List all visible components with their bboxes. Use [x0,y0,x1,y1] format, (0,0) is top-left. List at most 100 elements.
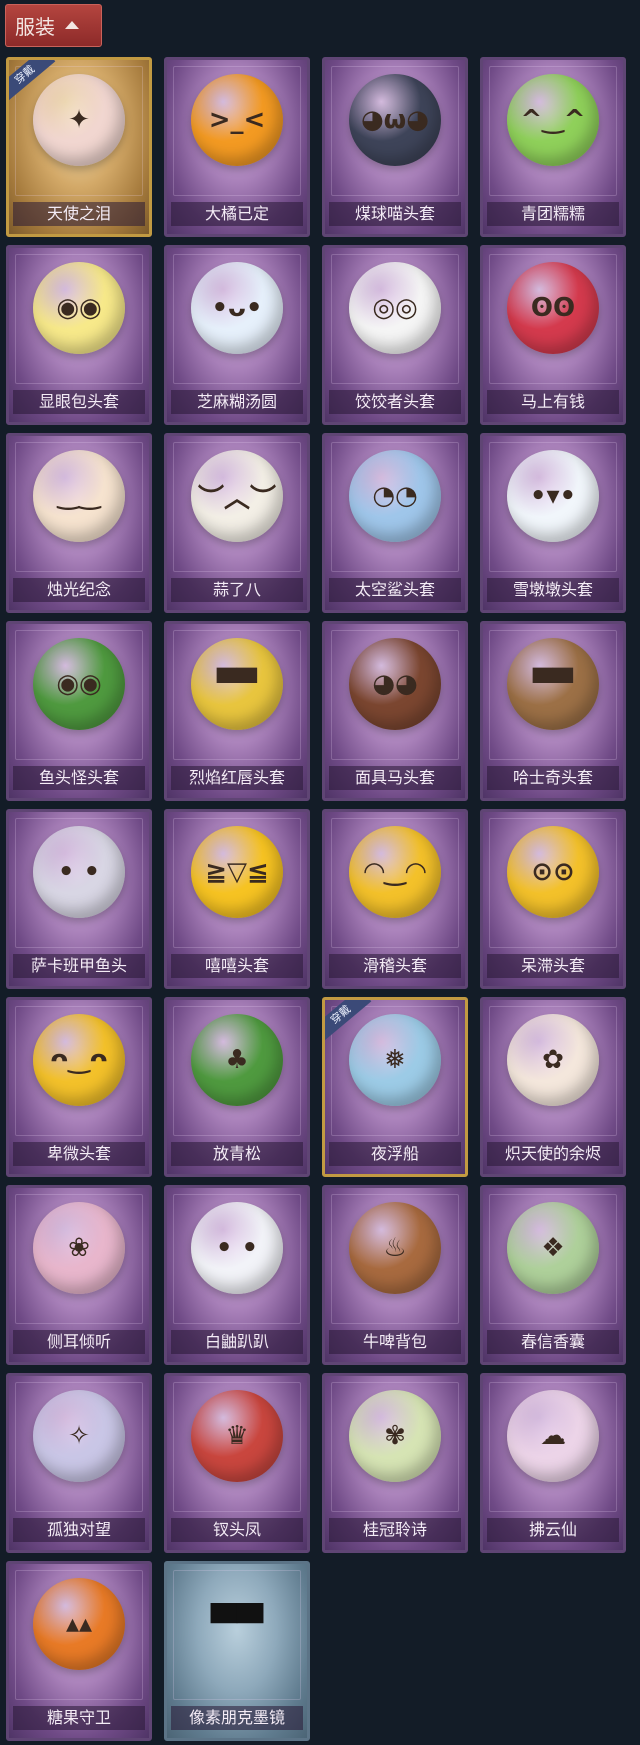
costume-card[interactable]: •▾• 雪墩墩头套 [480,433,626,613]
costume-grid: 穿戴 ✦ 天使之泪 >_< 大橘已定 ◕ω◕ 煤球喵头套 ^‿^ 青团糯糯 ◉◉ 显眼包头套 •ᴗ• 芝… [6,57,626,1741]
garlic-icon: ︶︿︶ [191,450,283,542]
icon-glyph: ‿‿ [57,481,101,511]
flower-wreath-icon: ❀ [33,1202,125,1294]
costume-card[interactable]: ▀▀ 像素朋克墨镜 [164,1561,310,1741]
costume-name: 天使之泪 [13,202,145,226]
costume-name: 煤球喵头套 [329,202,461,226]
candle-icon: ‿‿ [33,450,125,542]
icon-glyph: ◕◕ [372,669,418,699]
blank-emoji-icon: ⊙⊙ [507,826,599,918]
icon-glyph: •ᴗ• [211,293,263,323]
horse-head-icon: ʘʘ [507,262,599,354]
shy-emoji-icon: ᴖ‿ᴖ [33,1014,125,1106]
sachet-icon: ❖ [507,1202,599,1294]
costume-name: 显眼包头套 [13,390,145,414]
costume-card[interactable]: 穿戴 ✦ 天使之泪 [6,57,152,237]
costume-card[interactable]: ‿‿ 烛光纪念 [6,433,152,613]
icon-glyph: ✦ [68,105,90,135]
costume-name: 烛光纪念 [13,578,145,602]
costume-name: 像素朋克墨镜 [171,1706,303,1730]
icon-glyph: ❖ [541,1233,565,1263]
costume-card[interactable]: ♣ 放青松 [164,997,310,1177]
costume-card[interactable]: •ᴗ• 芝麻糊汤圆 [164,245,310,425]
costume-card[interactable]: ◔◔ 太空鲨头套 [322,433,468,613]
costume-card[interactable]: ☁ 拂云仙 [480,1373,626,1553]
costume-name: 雪墩墩头套 [487,578,619,602]
costume-card[interactable]: ≧▽≦ 嘻嘻头套 [164,809,310,989]
rice-ball-icon: •ᴗ• [191,262,283,354]
costume-card[interactable]: ︶︿︶ 蒜了八 [164,433,310,613]
husky-head-icon: ▀▀ [507,638,599,730]
fish-plush-icon: • • [33,826,125,918]
costume-card[interactable]: ▀▀ 烈焰红唇头套 [164,621,310,801]
costume-card[interactable]: ◕◕ 面具马头套 [322,621,468,801]
icon-glyph: ♛ [225,1421,249,1451]
costume-card[interactable]: ◎◎ 饺饺者头套 [322,245,468,425]
costume-name: 萨卡班甲鱼头 [13,954,145,978]
costume-card[interactable]: ᴖ‿ᴖ 卑微头套 [6,997,152,1177]
costume-card[interactable]: • • 萨卡班甲鱼头 [6,809,152,989]
icon-glyph: ʘʘ [530,293,576,323]
costume-card[interactable]: ♨ 牛啤背包 [322,1185,468,1365]
costume-card[interactable]: ❀ 侧耳倾听 [6,1185,152,1365]
costume-card[interactable]: ▀▀ 哈士奇头套 [480,621,626,801]
dumpling-head-icon: ◎◎ [349,262,441,354]
costume-name: 鱼头怪头套 [13,766,145,790]
costume-card[interactable]: • • 白鼬趴趴 [164,1185,310,1365]
costume-card[interactable]: ʘʘ 马上有钱 [480,245,626,425]
costume-category-toggle[interactable]: 服装 [5,4,102,47]
costume-name: 春信香囊 [487,1330,619,1354]
snowman-head-icon: •▾• [507,450,599,542]
costume-name: 放青松 [171,1142,303,1166]
costume-name: 青团糯糯 [487,202,619,226]
orange-head-icon: >_< [191,74,283,166]
costume-card[interactable]: ♛ 钗头凤 [164,1373,310,1553]
costume-card[interactable]: >_< 大橘已定 [164,57,310,237]
costume-card[interactable]: ❖ 春信香囊 [480,1185,626,1365]
costume-name: 面具马头套 [329,766,461,790]
cloud-fairy-icon: ☁ [507,1390,599,1482]
costume-card[interactable]: ◉◉ 显眼包头套 [6,245,152,425]
icon-glyph: ◉◉ [56,293,102,323]
phoenix-crown-icon: ♛ [191,1390,283,1482]
costume-card[interactable]: ^‿^ 青团糯糯 [480,57,626,237]
costume-card[interactable]: ✿ 炽天使的余烬 [480,997,626,1177]
doll-charm-icon: ✧ [33,1390,125,1482]
costume-card[interactable]: ◠‿◠ 滑稽头套 [322,809,468,989]
costume-card[interactable]: ✾ 桂冠聆诗 [322,1373,468,1553]
icon-glyph: ✿ [542,1045,564,1075]
costume-card[interactable]: ✧ 孤独对望 [6,1373,152,1553]
pine-tree-icon: ♣ [191,1014,283,1106]
icon-glyph: ◕ω◕ [361,105,429,135]
costume-card[interactable]: ◕ω◕ 煤球喵头套 [322,57,468,237]
icon-glyph: • • [57,857,101,887]
costume-name: 糖果守卫 [13,1706,145,1730]
costume-card[interactable]: ◉◉ 鱼头怪头套 [6,621,152,801]
icon-glyph: ✾ [384,1421,406,1451]
angel-halo-icon: ✦ [33,74,125,166]
icon-glyph: ⊙⊙ [531,857,575,887]
costume-name: 钗头凤 [171,1518,303,1542]
costume-name: 蒜了八 [171,578,303,602]
green-bun-icon: ^‿^ [507,74,599,166]
icon-glyph: ✧ [68,1421,90,1451]
costume-card[interactable]: 穿戴 ❅ 夜浮船 [322,997,468,1177]
icon-glyph: >_< [208,105,266,135]
icon-glyph: ❅ [384,1045,406,1075]
fish-head-icon: ◉◉ [33,638,125,730]
weasel-plush-icon: • • [191,1202,283,1294]
jellyfish-icon: ❅ [349,1014,441,1106]
beer-barrel-icon: ♨ [349,1202,441,1294]
icon-glyph: ▴▴ [65,1609,93,1639]
pikachu-head-icon: ▀▀ [191,638,283,730]
costume-name: 桂冠聆诗 [329,1518,461,1542]
costume-name: 芝麻糊汤圆 [171,390,303,414]
category-label: 服装 [15,15,55,39]
costume-name: 侧耳倾听 [13,1330,145,1354]
icon-glyph: ◎◎ [372,293,418,323]
costume-card[interactable]: ⊙⊙ 呆滞头套 [480,809,626,989]
icon-glyph: ◔◔ [372,481,418,511]
costume-name: 大橘已定 [171,202,303,226]
shark-head-icon: ◔◔ [349,450,441,542]
costume-card[interactable]: ▴▴ 糖果守卫 [6,1561,152,1741]
